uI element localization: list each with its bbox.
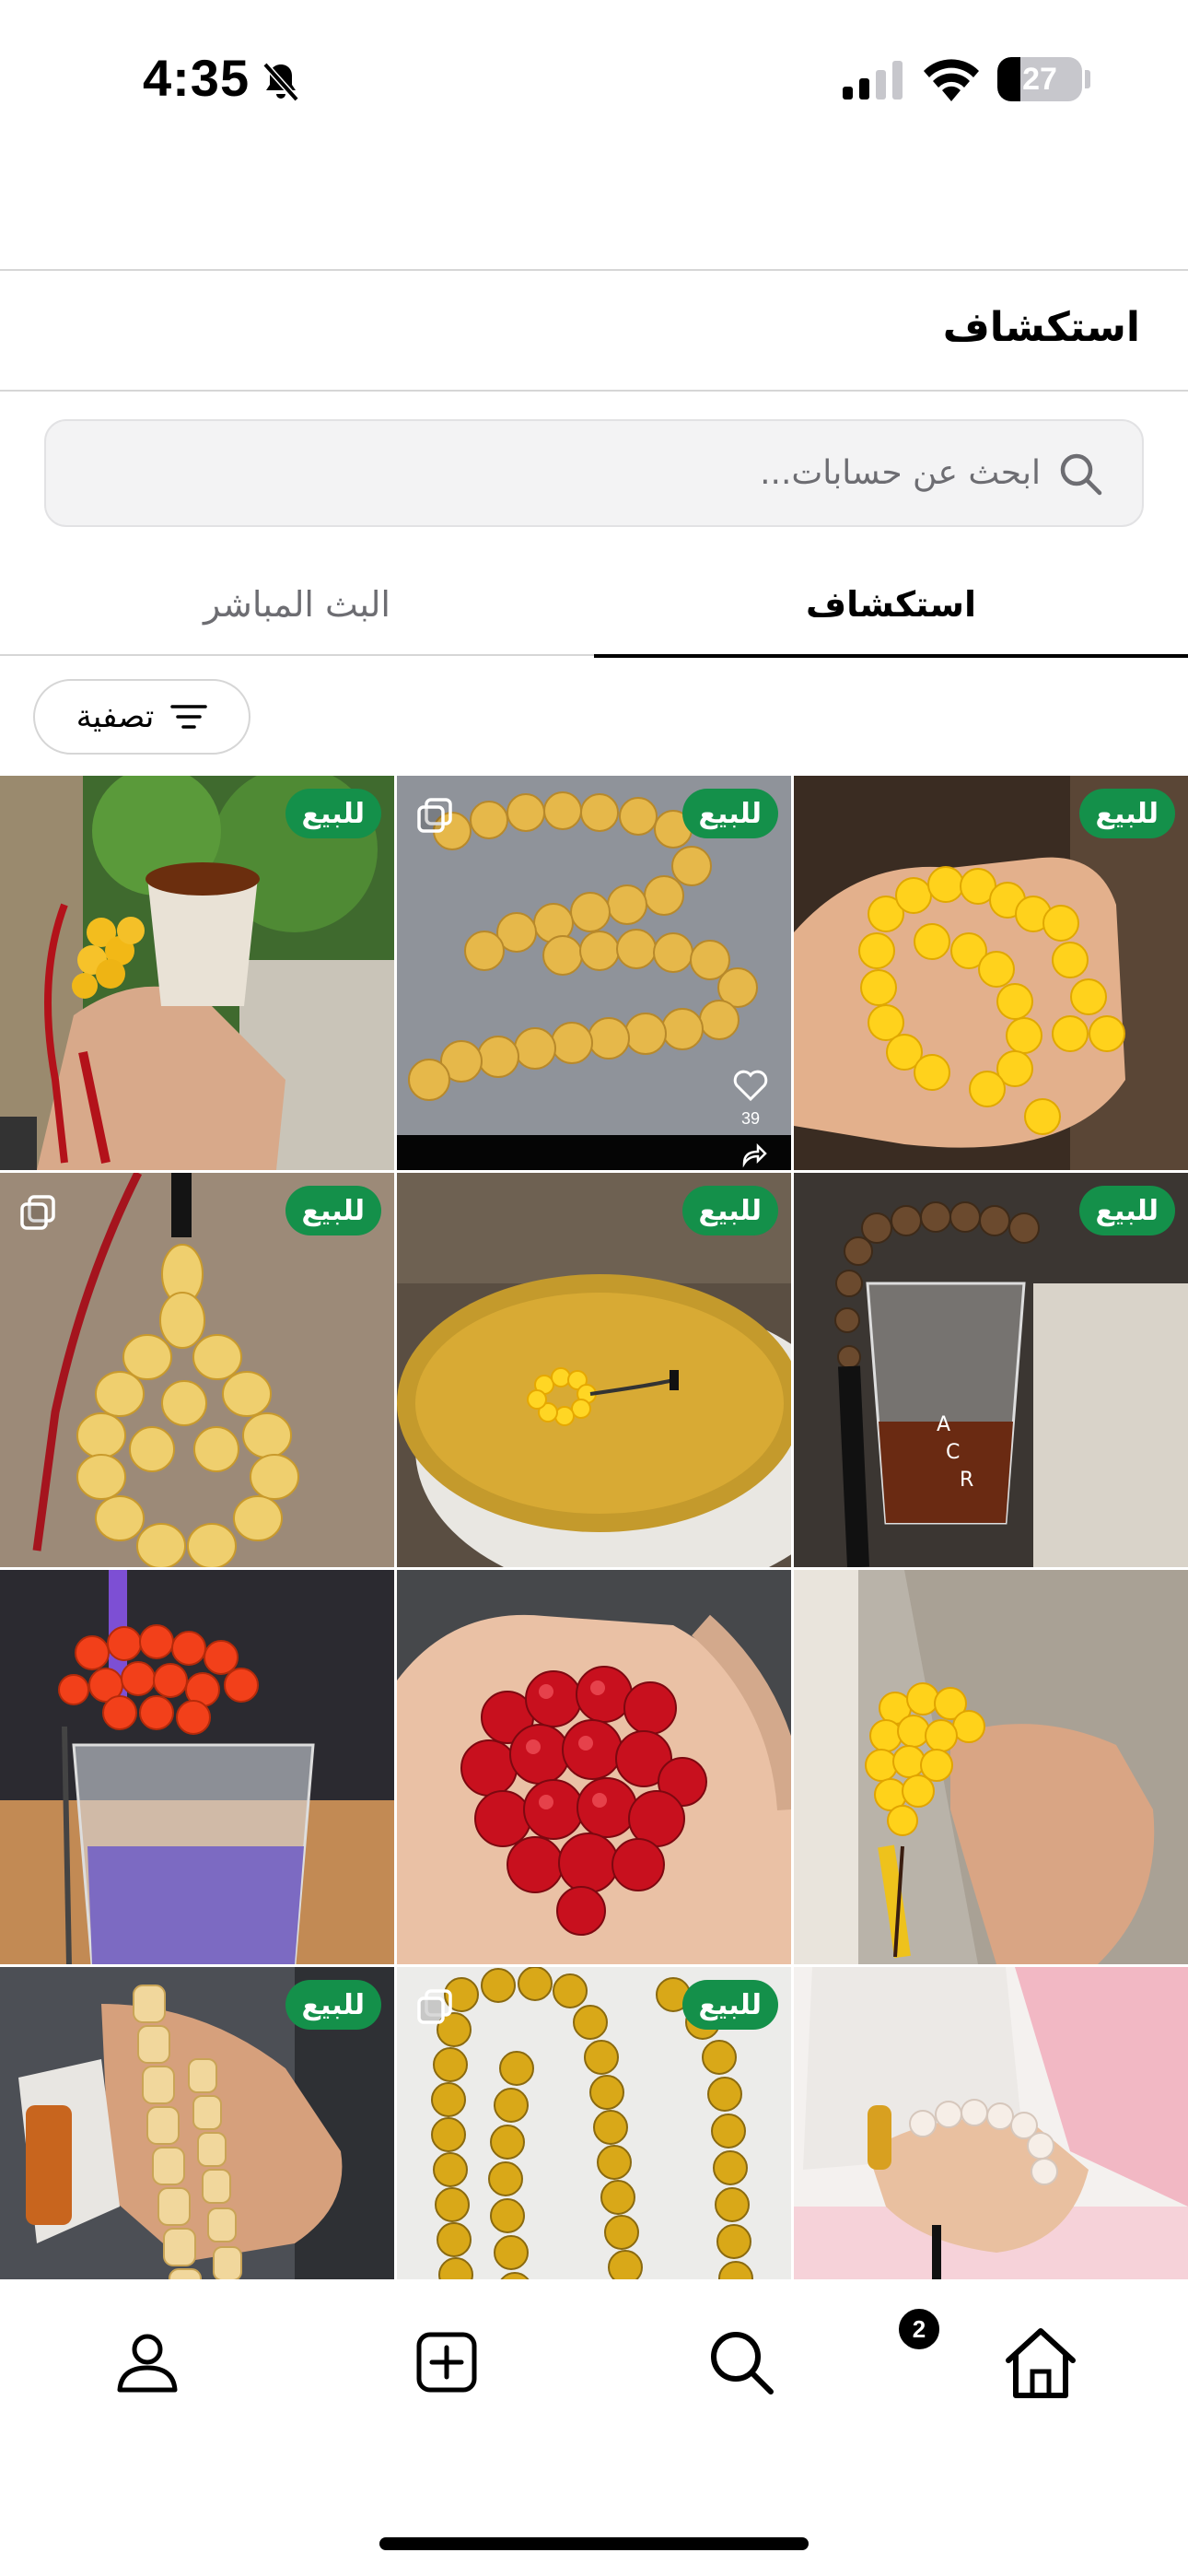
for-sale-badge: للبيع: [285, 1186, 381, 1235]
explore-grid: للبيع 39 للبيع للبيع للبيع للبيع A C R ل…: [0, 776, 1188, 2279]
search-bar[interactable]: [44, 419, 1144, 527]
grid-post[interactable]: للبيع: [397, 1967, 791, 2279]
search-icon[interactable]: [705, 2325, 778, 2399]
battery-percentage: 27: [1022, 61, 1057, 97]
explore-screen: 4:35 27 استكشاف ابحث عن حسابات... استكشا…: [0, 0, 1188, 2576]
for-sale-badge: للبيع: [681, 789, 778, 838]
notification-badge: 2: [896, 2306, 942, 2352]
share-icon: [742, 1142, 767, 1168]
post-image: [794, 1967, 1188, 2279]
for-sale-badge: للبيع: [1078, 1186, 1175, 1235]
tab-live[interactable]: البث المباشر: [0, 553, 594, 656]
grid-post[interactable]: للبيع: [0, 776, 394, 1170]
bottom-nav: 2: [0, 2279, 1188, 2576]
grid-post[interactable]: [0, 1570, 394, 1964]
page-header: استكشاف: [0, 269, 1188, 392]
grid-post[interactable]: للبيع: [0, 1173, 394, 1567]
search-input[interactable]: [212, 421, 1041, 525]
grid-post[interactable]: 39 للبيع: [397, 776, 791, 1170]
grid-post[interactable]: للبيع: [794, 776, 1188, 1170]
grid-post[interactable]: للبيع: [0, 1967, 394, 2279]
grid-post[interactable]: A C R للبيع: [794, 1173, 1188, 1567]
for-sale-badge: للبيع: [681, 1980, 778, 2030]
tab-bar: استكشاف البث المباشر: [0, 553, 1188, 658]
post-image: [794, 1570, 1188, 1964]
bell-slash-icon: [262, 62, 299, 102]
home-icon[interactable]: [1001, 2322, 1080, 2401]
image-strip: [397, 1135, 791, 1170]
multiple-images-icon: [20, 1195, 55, 1230]
wifi-icon: [924, 59, 979, 101]
search-icon: [1060, 453, 1102, 496]
filter-button[interactable]: تصفية: [33, 679, 250, 755]
filter-lines-icon: [170, 705, 208, 729]
for-sale-badge: للبيع: [285, 1980, 381, 2030]
add-post-icon[interactable]: [410, 2325, 483, 2399]
grid-post[interactable]: [794, 1967, 1188, 2279]
status-bar: 4:35 27: [0, 0, 1188, 161]
heart-icon: [733, 1070, 768, 1102]
grid-post[interactable]: للبيع: [397, 1173, 791, 1567]
svg-text:R: R: [960, 1469, 973, 1492]
filter-label: تصفية: [76, 698, 155, 735]
post-image: [0, 1570, 394, 1964]
tab-explore[interactable]: استكشاف: [594, 553, 1188, 658]
battery-icon: 27: [997, 57, 1082, 101]
battery-nub: [1085, 70, 1090, 88]
svg-text:C: C: [946, 1441, 960, 1464]
for-sale-badge: للبيع: [285, 789, 381, 838]
svg-text:A: A: [937, 1413, 950, 1436]
like-count: 39: [740, 1109, 761, 1128]
multiple-images-icon: [417, 1989, 452, 2024]
page-title: استكشاف: [942, 304, 1140, 351]
post-image: [397, 1570, 791, 1964]
status-time: 4:35: [143, 49, 250, 107]
grid-post[interactable]: [397, 1570, 791, 1964]
cellular-signal-icon: [843, 61, 903, 100]
multiple-images-icon: [417, 798, 452, 833]
for-sale-badge: للبيع: [1078, 789, 1175, 838]
profile-icon[interactable]: [111, 2325, 184, 2399]
for-sale-badge: للبيع: [681, 1186, 778, 1235]
grid-post[interactable]: [794, 1570, 1188, 1964]
home-indicator[interactable]: [379, 2537, 809, 2550]
